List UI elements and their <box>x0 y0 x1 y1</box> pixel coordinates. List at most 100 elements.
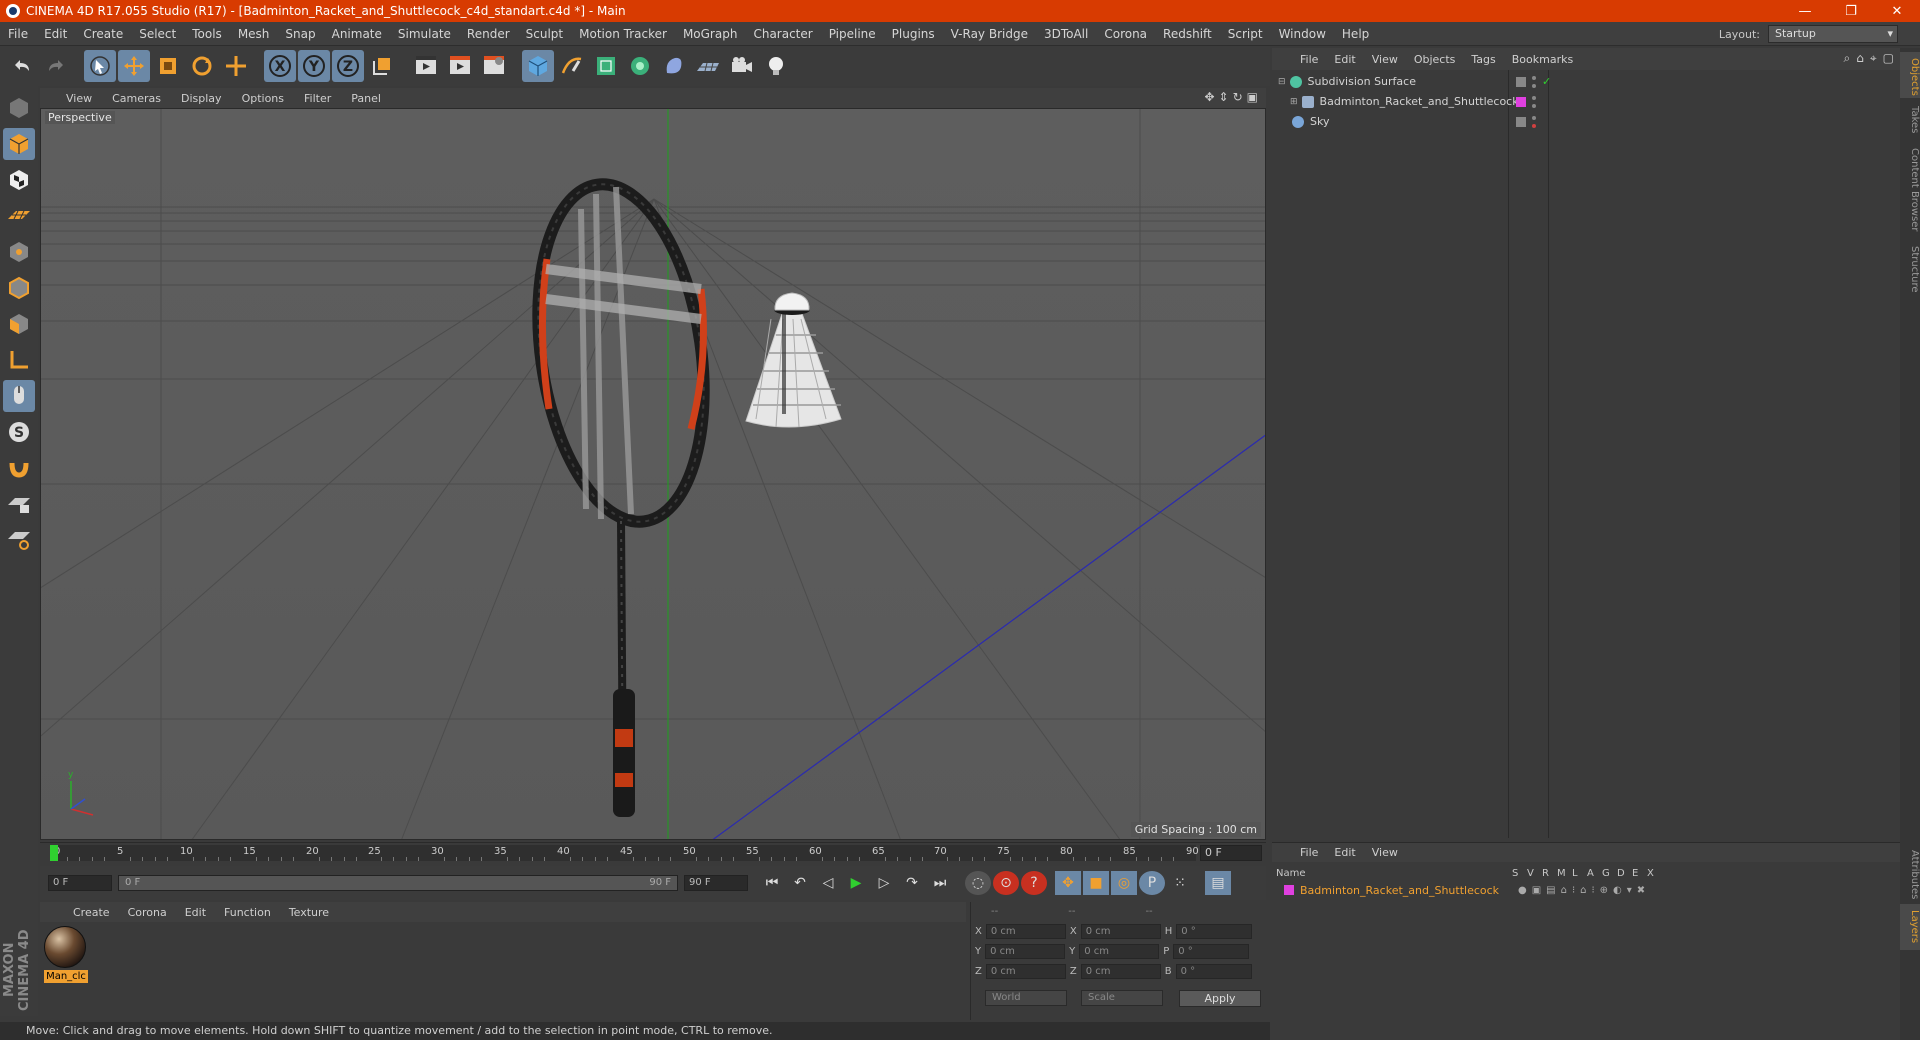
menu-create[interactable]: Create <box>75 27 131 41</box>
pan-view-icon[interactable]: ✥ <box>1204 90 1214 104</box>
mograph-cloner-icon[interactable] <box>624 50 656 82</box>
menu-animate[interactable]: Animate <box>324 27 390 41</box>
menu-vray-bridge[interactable]: V-Ray Bridge <box>943 27 1036 41</box>
transform-tool-icon[interactable] <box>220 50 252 82</box>
menu-mesh[interactable]: Mesh <box>230 27 278 41</box>
tweak-mode-icon[interactable] <box>3 380 35 412</box>
material-menu-texture[interactable]: Texture <box>280 906 338 919</box>
objects-menu-objects[interactable]: Objects <box>1406 53 1464 66</box>
object-row[interactable]: ⊟ Subdivision Surface ✓ <box>1272 72 1900 91</box>
undo-button[interactable] <box>6 50 38 82</box>
end-frame-field[interactable]: 90 F <box>684 875 748 891</box>
texture-mode-icon[interactable] <box>3 164 35 196</box>
viewport-label[interactable]: Perspective <box>45 111 115 124</box>
viewport-menu-filter[interactable]: Filter <box>294 92 341 105</box>
home-icon[interactable]: ⌂ <box>1856 51 1864 66</box>
material-menu-create[interactable]: Create <box>64 906 119 919</box>
material-preview[interactable] <box>44 926 86 968</box>
layer-name[interactable]: Badminton_Racket_and_Shuttlecock <box>1300 884 1518 897</box>
menu-edit[interactable]: Edit <box>36 27 75 41</box>
layers-menu-view[interactable]: View <box>1364 846 1406 859</box>
redo-button[interactable] <box>40 50 72 82</box>
layer-tag-icon[interactable] <box>1516 76 1526 87</box>
object-row[interactable]: Sky <box>1272 112 1900 131</box>
render-to-picture-viewer-icon[interactable] <box>444 50 476 82</box>
objects-menu-file[interactable]: File <box>1292 53 1326 66</box>
tab-attributes[interactable]: Attributes <box>1900 844 1920 902</box>
timeline-window-icon[interactable]: ▤ <box>1205 871 1231 895</box>
viewport-menu-panel[interactable]: Panel <box>341 92 391 105</box>
go-to-end-icon[interactable]: ⏭ <box>927 871 953 895</box>
tab-content-browser[interactable]: Content Browser <box>1900 142 1920 238</box>
rotation-h-field[interactable]: 0 ° <box>1176 924 1253 939</box>
locked-workplane-icon[interactable] <box>3 488 35 520</box>
tab-structure[interactable]: Structure <box>1900 240 1920 298</box>
record-keys-disabled-icon[interactable]: ◌ <box>965 871 991 895</box>
minimize-button[interactable]: — <box>1782 4 1828 19</box>
subdivision-surface-icon[interactable] <box>590 50 622 82</box>
z-axis-lock-icon[interactable]: Z <box>332 50 364 82</box>
menu-redshift[interactable]: Redshift <box>1155 27 1220 41</box>
layers-menu-file[interactable]: File <box>1292 846 1326 859</box>
next-key-icon[interactable]: ↷ <box>899 871 925 895</box>
axis-mode-icon[interactable] <box>3 344 35 376</box>
coordinate-system-icon[interactable] <box>366 50 398 82</box>
x-axis-lock-icon[interactable]: X <box>264 50 296 82</box>
size-x-field[interactable]: 0 cm <box>1080 924 1161 939</box>
material-menu-function[interactable]: Function <box>215 906 280 919</box>
menu-pipeline[interactable]: Pipeline <box>821 27 884 41</box>
deformer-icon[interactable] <box>658 50 690 82</box>
record-active-objects-icon[interactable]: ⊙ <box>993 871 1019 895</box>
next-frame-icon[interactable]: ▷ <box>871 871 897 895</box>
planar-workplane-icon[interactable] <box>3 524 35 556</box>
search-icon[interactable]: ⌕ <box>1844 51 1851 66</box>
layers-menu-edit[interactable]: Edit <box>1326 846 1363 859</box>
move-tool-icon[interactable] <box>118 50 150 82</box>
snap-magnet-icon[interactable] <box>3 452 35 484</box>
timeline[interactable]: 051015202530354045505560657075808590 0 F <box>40 842 1266 864</box>
previous-frame-icon[interactable]: ◁ <box>815 871 841 895</box>
objects-menu-view[interactable]: View <box>1364 53 1406 66</box>
workplane-mode-icon[interactable] <box>3 200 35 232</box>
apply-button[interactable]: Apply <box>1179 990 1261 1007</box>
expand-icon[interactable]: ⊞ <box>1290 97 1298 107</box>
layer-color-swatch[interactable] <box>1284 885 1294 895</box>
menu-select[interactable]: Select <box>131 27 184 41</box>
material-name[interactable]: Man_clc <box>44 970 88 983</box>
menu-corona[interactable]: Corona <box>1096 27 1155 41</box>
light-icon[interactable] <box>760 50 792 82</box>
play-icon[interactable]: ▶ <box>843 871 869 895</box>
render-settings-icon[interactable] <box>478 50 510 82</box>
make-editable-icon[interactable] <box>3 92 35 124</box>
go-to-start-icon[interactable]: ⏮ <box>759 871 785 895</box>
restore-button[interactable]: ❐ <box>1828 4 1874 19</box>
object-name[interactable]: Sky <box>1310 115 1329 128</box>
tab-layers[interactable]: Layers <box>1900 904 1920 950</box>
layer-row[interactable]: Badminton_Racket_and_Shuttlecock ●▣▤⌂⁝⌂⁝… <box>1272 882 1900 898</box>
points-mode-icon[interactable] <box>3 236 35 268</box>
menu-character[interactable]: Character <box>745 27 820 41</box>
spline-pen-icon[interactable] <box>556 50 588 82</box>
menu-simulate[interactable]: Simulate <box>390 27 459 41</box>
menu-help[interactable]: Help <box>1334 27 1377 41</box>
rotation-p-field[interactable]: 0 ° <box>1173 944 1250 959</box>
solo-mode-icon[interactable]: S <box>3 416 35 448</box>
key-rotation-icon[interactable]: ◎ <box>1111 871 1137 895</box>
previous-key-icon[interactable]: ↶ <box>787 871 813 895</box>
menu-tools[interactable]: Tools <box>184 27 230 41</box>
rotation-b-field[interactable]: 0 ° <box>1175 964 1252 979</box>
current-frame-marker[interactable] <box>50 845 58 861</box>
viewport-menu-view[interactable]: View <box>56 92 102 105</box>
menu-script[interactable]: Script <box>1220 27 1271 41</box>
cube-primitive-icon[interactable] <box>522 50 554 82</box>
toggle-view-icon[interactable]: ▣ <box>1247 90 1258 104</box>
enabled-check-icon[interactable]: ✓ <box>1542 75 1551 88</box>
autokeying-icon[interactable]: ? <box>1021 871 1047 895</box>
key-point-level-icon[interactable]: ⁙ <box>1167 871 1193 895</box>
key-position-icon[interactable]: ✥ <box>1055 871 1081 895</box>
start-frame-field[interactable]: 0 F <box>48 875 112 891</box>
menu-file[interactable]: File <box>0 27 36 41</box>
rotate-tool-icon[interactable] <box>186 50 218 82</box>
rotate-view-icon[interactable]: ↻ <box>1233 90 1243 104</box>
object-name[interactable]: Subdivision Surface <box>1308 75 1416 88</box>
